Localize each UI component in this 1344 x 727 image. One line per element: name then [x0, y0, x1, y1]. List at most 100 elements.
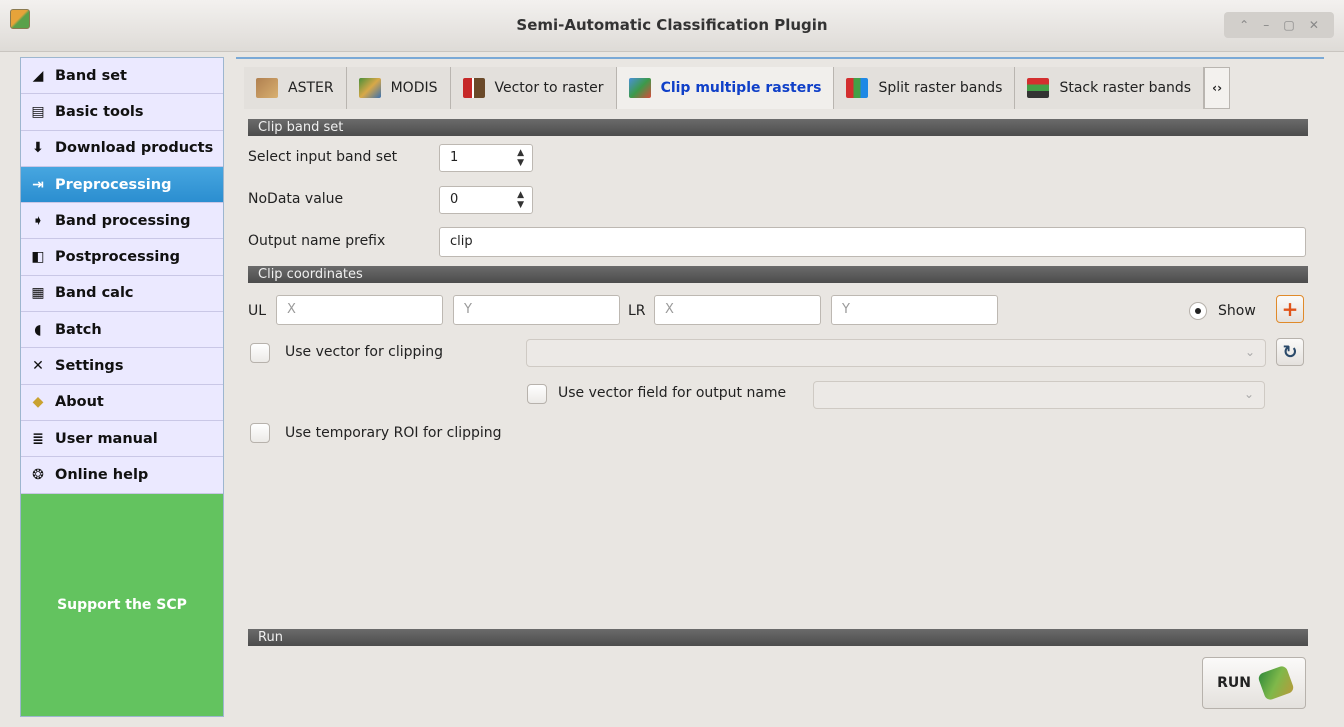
chevron-down-icon: ⌄ [1244, 345, 1255, 359]
lr-y-input[interactable]: Y [831, 295, 998, 325]
show-radio[interactable] [1189, 302, 1207, 320]
band-processing-icon: ➧ [32, 212, 44, 229]
sidebar-item-band-processing[interactable]: ➧ Band processing [21, 203, 223, 240]
nodata-spinbox[interactable]: 0 ▲ ▼ [439, 186, 533, 214]
window-controls: ⌃ – ▢ ✕ [1224, 12, 1334, 38]
section-clip-band-set: Clip band set [248, 119, 1308, 136]
tab-label: MODIS [390, 80, 438, 96]
settings-icon: ✕ [32, 358, 44, 375]
tab-aster[interactable]: ASTER [244, 67, 347, 109]
ul-x-input[interactable]: X [276, 295, 443, 325]
aster-icon [256, 78, 278, 98]
maximize-icon[interactable]: ▢ [1283, 18, 1294, 32]
input-band-set-label: Select input band set [248, 149, 398, 165]
nodata-value: 0 [450, 192, 459, 207]
show-label: Show [1218, 303, 1256, 319]
run-icon [1257, 664, 1295, 702]
basic-tools-icon: ▤ [31, 103, 45, 120]
input-band-set-value: 1 [450, 150, 459, 165]
sidebar-item-label: Basic tools [55, 103, 144, 120]
use-vector-checkbox[interactable] [250, 343, 270, 363]
sidebar-item-band-set[interactable]: ◢ Band set [21, 58, 223, 95]
tab-label: ASTER [288, 80, 334, 96]
sidebar-item-about[interactable]: ◆ About [21, 385, 223, 421]
use-vector-field-label: Use vector field for output name [558, 385, 787, 401]
vector-combo[interactable]: ⌄ [526, 339, 1266, 367]
ul-y-input[interactable]: Y [453, 295, 620, 325]
sidebar-item-online-help[interactable]: ❂ Online help [21, 457, 223, 494]
modis-icon [358, 78, 381, 98]
preprocessing-icon: ⇥ [32, 176, 44, 193]
sidebar-item-download-products[interactable]: ⬇ Download products [21, 131, 223, 167]
user-manual-icon: ≣ [32, 430, 44, 447]
nodata-label: NoData value [248, 191, 344, 207]
vector-field-combo[interactable]: ⌄ [813, 381, 1265, 409]
band-calc-icon: ▦ [31, 285, 45, 302]
sidebar: ◢ Band set ▤ Basic tools ⬇ Download prod… [20, 57, 224, 717]
use-vector-label: Use vector for clipping [285, 344, 444, 360]
about-icon: ◆ [32, 394, 44, 411]
minimize-icon[interactable]: – [1263, 18, 1269, 32]
vector-to-raster-icon [462, 78, 485, 98]
ul-label: UL [248, 303, 267, 319]
sidebar-item-preprocessing[interactable]: ⇥ Preprocessing [21, 166, 223, 204]
spin-arrows-icon[interactable]: ▲ ▼ [517, 190, 524, 210]
sidebar-item-label: Postprocessing [55, 249, 181, 266]
sidebar-item-basic-tools[interactable]: ▤ Basic tools [21, 94, 223, 131]
tab-split-raster-bands[interactable]: Split raster bands [834, 67, 1016, 109]
lr-label: LR [628, 303, 646, 319]
sidebar-item-label: About [55, 394, 104, 411]
shade-icon[interactable]: ⌃ [1239, 18, 1249, 32]
refresh-button[interactable]: ↻ [1276, 338, 1304, 366]
use-temporary-roi-label: Use temporary ROI for clipping [285, 425, 502, 441]
section-run: Run [248, 629, 1308, 646]
output-prefix-input[interactable]: clip [439, 227, 1306, 257]
band-set-icon: ◢ [32, 67, 44, 84]
run-button[interactable]: RUN [1202, 657, 1306, 709]
support-the-scp-button[interactable]: Support the SCP [21, 494, 223, 716]
prefix-label: Output name prefix [248, 233, 386, 249]
sidebar-item-label: Download products [55, 140, 214, 157]
clip-icon [628, 78, 651, 98]
postprocessing-icon: ◧ [31, 249, 45, 266]
add-coordinates-button[interactable]: + [1276, 295, 1304, 323]
sidebar-item-label: Band calc [55, 285, 134, 302]
sidebar-item-batch[interactable]: ◖ Batch [21, 312, 223, 349]
title-bar: Semi-Automatic Classification Plugin ⌃ –… [0, 0, 1344, 52]
download-icon: ⬇ [32, 140, 44, 157]
section-clip-coordinates: Clip coordinates [248, 266, 1308, 283]
sidebar-item-label: User manual [55, 430, 158, 447]
tab-scroll-button[interactable]: ‹› [1204, 67, 1231, 109]
lr-x-input[interactable]: X [654, 295, 821, 325]
sidebar-item-postprocessing[interactable]: ◧ Postprocessing [21, 239, 223, 276]
chevron-down-icon: ⌄ [1243, 387, 1254, 401]
tab-modis[interactable]: MODIS [346, 67, 451, 109]
input-band-set-spinbox[interactable]: 1 ▲ ▼ [439, 144, 533, 172]
use-vector-field-checkbox[interactable] [527, 384, 547, 404]
sidebar-item-label: Preprocessing [55, 176, 172, 193]
tab-stack-raster-bands[interactable]: Stack raster bands [1015, 67, 1205, 109]
tab-label: Stack raster bands [1059, 80, 1192, 96]
tab-label: Vector to raster [494, 80, 604, 96]
stack-bands-icon [1027, 78, 1050, 98]
window-title: Semi-Automatic Classification Plugin [516, 16, 828, 34]
spin-arrows-icon[interactable]: ▲ ▼ [517, 148, 524, 168]
sidebar-item-label: Batch [55, 321, 102, 338]
sidebar-item-user-manual[interactable]: ≣ User manual [21, 421, 223, 458]
use-temporary-roi-checkbox[interactable] [250, 423, 270, 443]
chevron-left-right-icon: ‹› [1212, 81, 1223, 95]
sidebar-item-label: Online help [55, 466, 149, 483]
sidebar-item-settings[interactable]: ✕ Settings [21, 348, 223, 385]
sidebar-item-label: Settings [55, 358, 124, 375]
tab-vector-to-raster[interactable]: Vector to raster [450, 67, 617, 109]
online-help-icon: ❂ [32, 466, 44, 483]
sidebar-item-label: Band set [55, 67, 127, 84]
run-label: RUN [1217, 675, 1251, 691]
batch-icon: ◖ [34, 321, 42, 338]
main-panel: ASTER MODIS Vector to raster Clip multip… [236, 57, 1324, 717]
tab-clip-multiple-rasters[interactable]: Clip multiple rasters [616, 67, 835, 109]
sidebar-item-label: Band processing [55, 212, 191, 229]
refresh-icon: ↻ [1282, 341, 1298, 363]
close-icon[interactable]: ✕ [1309, 18, 1319, 32]
sidebar-item-band-calc[interactable]: ▦ Band calc [21, 276, 223, 313]
